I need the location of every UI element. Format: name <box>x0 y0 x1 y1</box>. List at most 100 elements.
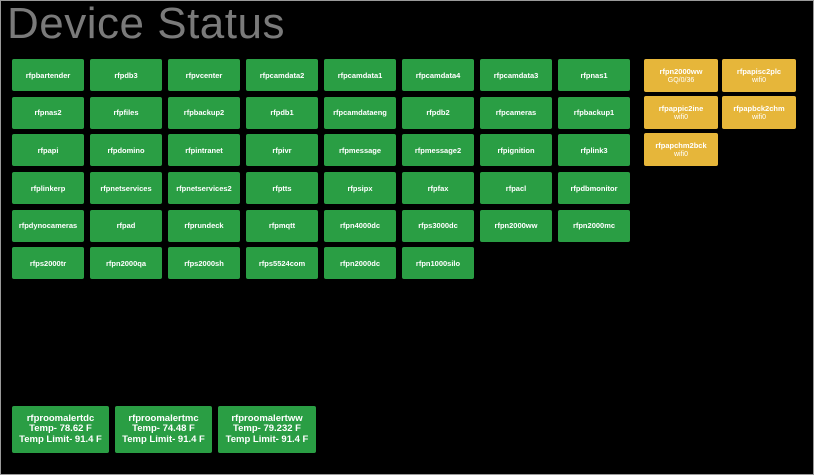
device-name: rfpdb1 <box>270 108 294 118</box>
device-tile[interactable]: rfpn1000silo <box>402 247 474 280</box>
device-tile[interactable]: rfpbackup1 <box>558 96 630 129</box>
device-tile[interactable]: rfpfiles <box>90 96 162 129</box>
warning-device-tile[interactable]: rfpn2000ww GQ/0/36 <box>644 59 718 92</box>
device-tile[interactable]: rfpcamdata4 <box>402 59 474 91</box>
device-detail: wifi0 <box>751 76 766 84</box>
device-tile[interactable]: rfps2000sh <box>168 247 240 280</box>
device-tile[interactable]: rfpmqtt <box>246 209 318 242</box>
device-tile[interactable]: rfplink3 <box>558 134 630 167</box>
device-tile[interactable]: rfpn2000qa <box>90 247 162 280</box>
device-name: rfpn2000ww <box>659 66 703 76</box>
device-name: rfpnas2 <box>34 108 62 118</box>
device-name: rfpcamdataeng <box>333 108 387 118</box>
device-tile[interactable]: rfpdbmonitor <box>558 172 630 205</box>
device-tile[interactable]: rfpacl <box>480 172 552 205</box>
room-alert-tile[interactable]: rfproomalertww Temp- 79.232 F Temp Limit- … <box>218 406 316 453</box>
device-tile[interactable]: rfpn2000ww <box>480 209 552 242</box>
device-tile[interactable]: rfpcamdata2 <box>246 59 318 91</box>
device-name: rfpmessage2 <box>414 145 462 155</box>
device-tile[interactable]: rfpbackup2 <box>168 96 240 129</box>
device-name: rfpn2000ww <box>494 221 538 231</box>
device-name: rfpappic2ine <box>658 103 704 113</box>
device-name: rfpn1000silo <box>415 258 461 268</box>
device-tile[interactable]: rfpmessage <box>324 134 396 167</box>
device-name: rfplink3 <box>580 145 608 155</box>
device-name: rfpcamdata2 <box>259 70 305 80</box>
device-tile[interactable]: rfpn2000mc <box>558 209 630 242</box>
dashboard-frame: Device Status rfpbartender rfpdb3 rfpvcent… <box>0 0 814 475</box>
device-tile[interactable]: rfplinkerp <box>12 172 84 205</box>
device-name: rfpapchm2bck <box>655 140 707 150</box>
device-tile[interactable]: rfpn2000dc <box>324 247 396 280</box>
device-name: rfpsipx <box>347 183 373 193</box>
device-tile[interactable]: rfpn4000dc <box>324 209 396 242</box>
warning-device-grid: rfpn2000ww GQ/0/36 rfpapisc2plc wifi0 rfpapp… <box>644 59 804 166</box>
page-title: Device Status <box>7 0 285 48</box>
device-tile[interactable]: rfpbartender <box>12 59 84 91</box>
device-tile[interactable]: rfpivr <box>246 134 318 167</box>
device-name: rfplinkerp <box>30 183 66 193</box>
device-tile[interactable]: rfpdb1 <box>246 96 318 129</box>
device-tile[interactable]: rfpnetservices2 <box>168 172 240 205</box>
device-name: rfpdb3 <box>114 70 138 80</box>
device-name: rfpintranet <box>185 145 223 155</box>
device-detail: wifi0 <box>751 113 766 121</box>
device-name: rfpbackup1 <box>573 108 615 118</box>
warning-device-tile[interactable]: rfpapbck2chm wifi0 <box>722 96 796 129</box>
device-tile[interactable]: rfpcamdata3 <box>480 59 552 91</box>
device-name: rfps2000sh <box>184 258 224 268</box>
device-name: rfpapisc2plc <box>736 66 782 76</box>
device-name: rfpdomino <box>107 145 145 155</box>
device-detail: GQ/0/36 <box>667 76 695 84</box>
device-detail: wifi0 <box>673 113 688 121</box>
device-name: rfpbackup2 <box>183 108 225 118</box>
device-tile[interactable]: rfpintranet <box>168 134 240 167</box>
device-tile[interactable]: rfpnas1 <box>558 59 630 91</box>
device-tile[interactable]: rfpad <box>90 209 162 242</box>
device-name: rfpn2000qa <box>105 258 147 268</box>
room-alert-tile[interactable]: rfproomalertmc Temp- 74.48 F Temp Limit- 9… <box>115 406 212 453</box>
device-name: rfpcamdata4 <box>415 70 461 80</box>
device-tile[interactable]: rfpvcenter <box>168 59 240 91</box>
device-tile[interactable]: rfpnetservices <box>90 172 162 205</box>
device-tile[interactable]: rfpapi <box>12 134 84 167</box>
device-tile[interactable]: rfps3000dc <box>402 209 474 242</box>
device-tile[interactable]: rfpdb2 <box>402 96 474 129</box>
device-tile[interactable]: rfpfax <box>402 172 474 205</box>
device-name: rfpbartender <box>25 70 71 80</box>
device-tile[interactable]: rfpcameras <box>480 96 552 129</box>
device-name: rfpcamdata1 <box>337 70 383 80</box>
device-name: rfpacl <box>505 183 527 193</box>
room-alert-tile[interactable]: rfproomalertdc Temp- 78.62 F Temp Limit- 9… <box>12 406 109 453</box>
device-tile[interactable]: rfps2000tr <box>12 247 84 280</box>
device-tile[interactable]: rfpignition <box>480 134 552 167</box>
device-tile[interactable]: rfptts <box>246 172 318 205</box>
device-name: rfpfiles <box>113 108 139 118</box>
device-name: rfpcameras <box>495 108 537 118</box>
warning-device-tile[interactable]: rfpapisc2plc wifi0 <box>722 59 796 92</box>
device-name: rfprundeck <box>184 221 224 231</box>
device-tile[interactable]: rfpnas2 <box>12 96 84 129</box>
device-name: rfpapi <box>37 145 59 155</box>
room-alert-limit: Temp Limit- 91.4 F <box>122 433 205 445</box>
device-tile[interactable]: rfpmessage2 <box>402 134 474 167</box>
device-name: rfpdb2 <box>426 108 450 118</box>
device-name: rfps5524com <box>258 258 306 268</box>
device-name: rfpn2000dc <box>339 258 381 268</box>
device-tile[interactable]: rfpdynocameras <box>12 209 84 242</box>
device-tile[interactable]: rfpcamdata1 <box>324 59 396 91</box>
device-tile[interactable]: rfpcamdataeng <box>324 96 396 129</box>
device-tile[interactable]: rfpsipx <box>324 172 396 205</box>
device-name: rfps3000dc <box>418 221 458 231</box>
warning-device-tile[interactable]: rfpapchm2bck wifi0 <box>644 133 718 166</box>
device-name: rfpn4000dc <box>339 221 381 231</box>
warning-device-tile[interactable]: rfpappic2ine wifi0 <box>644 96 718 129</box>
device-name: rfptts <box>272 183 292 193</box>
device-name: rfpcamdata3 <box>493 70 539 80</box>
device-name: rfpdbmonitor <box>570 183 618 193</box>
device-tile[interactable]: rfprundeck <box>168 209 240 242</box>
device-tile[interactable]: rfpdomino <box>90 134 162 167</box>
device-grid: rfpbartender rfpdb3 rfpvcenter rfpcamdata2 r… <box>12 59 632 280</box>
device-tile[interactable]: rfpdb3 <box>90 59 162 91</box>
device-tile[interactable]: rfps5524com <box>246 247 318 280</box>
